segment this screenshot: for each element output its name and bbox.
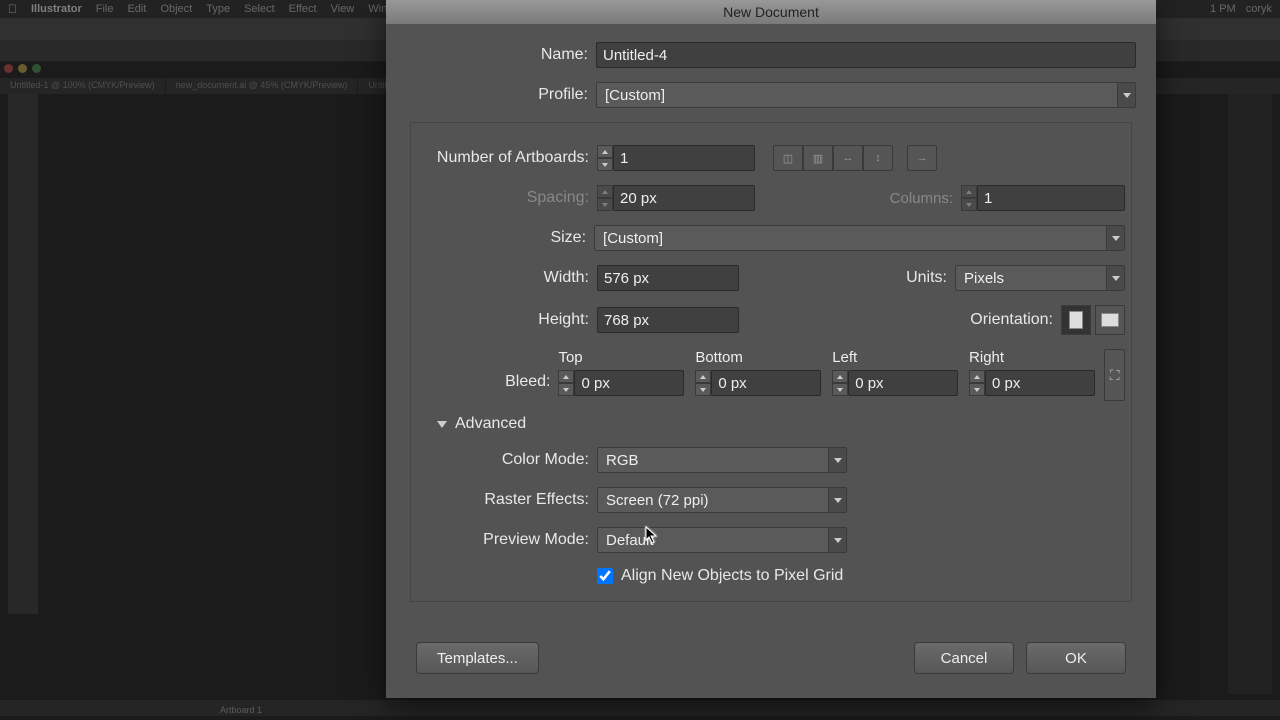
profile-select[interactable]: [Custom] bbox=[596, 82, 1136, 108]
ok-label: OK bbox=[1065, 650, 1087, 667]
align-grid-checkbox[interactable] bbox=[597, 568, 613, 584]
units-select[interactable]: Pixels bbox=[955, 265, 1125, 291]
doc-tab: new_document.ai @ 45% (CMYK/Preview) bbox=[166, 78, 359, 94]
bleed-bottom-stepper[interactable] bbox=[695, 370, 711, 396]
raster-effects-value: Screen (72 ppi) bbox=[606, 492, 709, 509]
orientation-landscape-button[interactable] bbox=[1095, 305, 1125, 335]
menu-object: Object bbox=[160, 3, 192, 15]
app-name: Illustrator bbox=[31, 3, 82, 15]
bleed-left-label: Left bbox=[832, 349, 958, 366]
layout-col-icon[interactable]: ↕ bbox=[863, 145, 893, 171]
menubar-clock: 1 PM bbox=[1210, 3, 1236, 15]
columns-input bbox=[977, 185, 1125, 211]
units-label: Units: bbox=[906, 269, 955, 287]
window-traffic-lights bbox=[4, 64, 41, 73]
dropdown-arrow-icon bbox=[1117, 83, 1135, 107]
link-icon: ⛶ bbox=[1110, 367, 1120, 384]
name-input[interactable] bbox=[596, 42, 1136, 68]
bleed-bottom-label: Bottom bbox=[695, 349, 821, 366]
artboards-stepper[interactable] bbox=[597, 145, 613, 171]
dropdown-arrow-icon bbox=[828, 488, 846, 512]
right-panels bbox=[1228, 94, 1272, 694]
bleed-right-stepper[interactable] bbox=[969, 370, 985, 396]
apple-menu-icon:  bbox=[8, 2, 17, 16]
cancel-label: Cancel bbox=[941, 650, 988, 667]
orientation-label: Orientation: bbox=[970, 311, 1061, 329]
bleed-label: Bleed: bbox=[417, 349, 558, 391]
status-bar: Artboard 1 bbox=[0, 700, 1280, 716]
menu-file: File bbox=[96, 3, 114, 15]
doc-tab: Untitled-1 @ 100% (CMYK/Preview) bbox=[0, 78, 166, 94]
preview-mode-value: Default bbox=[606, 532, 654, 549]
dropdown-arrow-icon bbox=[828, 448, 846, 472]
layout-row-icon[interactable]: ↔ bbox=[833, 145, 863, 171]
tools-panel bbox=[8, 94, 38, 614]
menubar-user: coryk bbox=[1246, 3, 1272, 15]
dropdown-arrow-icon bbox=[828, 528, 846, 552]
height-label: Height: bbox=[417, 311, 597, 329]
profile-value: [Custom] bbox=[605, 87, 665, 104]
menu-type: Type bbox=[206, 3, 230, 15]
link-bleed-button[interactable]: ⛶ bbox=[1104, 349, 1125, 401]
dialog-title: New Document bbox=[386, 0, 1156, 24]
templates-label: Templates... bbox=[437, 650, 518, 667]
bleed-bottom-input[interactable] bbox=[711, 370, 821, 396]
name-label: Name: bbox=[400, 46, 596, 64]
raster-effects-label: Raster Effects: bbox=[417, 491, 597, 509]
spacing-input bbox=[613, 185, 755, 211]
advanced-disclosure[interactable]: Advanced bbox=[437, 415, 1125, 433]
artboard-layout-buttons: ◫ ▥ ↔ ↕ bbox=[773, 145, 893, 171]
size-value: [Custom] bbox=[603, 230, 663, 247]
raster-effects-select[interactable]: Screen (72 ppi) bbox=[597, 487, 847, 513]
align-grid-label: Align New Objects to Pixel Grid bbox=[621, 567, 843, 585]
menu-edit: Edit bbox=[127, 3, 146, 15]
bleed-right-label: Right bbox=[969, 349, 1095, 366]
bleed-top-label: Top bbox=[558, 349, 684, 366]
artboards-label: Number of Artboards: bbox=[417, 149, 597, 167]
new-document-dialog: New Document Name: Profile: [Custom] Num… bbox=[386, 0, 1156, 698]
dropdown-arrow-icon bbox=[1106, 226, 1124, 250]
templates-button[interactable]: Templates... bbox=[416, 642, 539, 674]
height-input[interactable] bbox=[597, 307, 739, 333]
preview-mode-label: Preview Mode: bbox=[417, 531, 597, 549]
width-label: Width: bbox=[417, 269, 597, 287]
cancel-button[interactable]: Cancel bbox=[914, 642, 1014, 674]
bleed-right-input[interactable] bbox=[985, 370, 1095, 396]
size-label: Size: bbox=[417, 229, 594, 247]
color-mode-label: Color Mode: bbox=[417, 451, 597, 469]
units-value: Pixels bbox=[964, 270, 1004, 287]
preview-mode-select[interactable]: Default bbox=[597, 527, 847, 553]
color-mode-select[interactable]: RGB bbox=[597, 447, 847, 473]
bleed-left-stepper[interactable] bbox=[832, 370, 848, 396]
dropdown-arrow-icon bbox=[1106, 266, 1124, 290]
bleed-top-input[interactable] bbox=[574, 370, 684, 396]
size-select[interactable]: [Custom] bbox=[594, 225, 1125, 251]
spacing-stepper bbox=[597, 185, 613, 211]
artboards-input[interactable] bbox=[613, 145, 755, 171]
orientation-portrait-button[interactable] bbox=[1061, 305, 1091, 335]
bleed-left-input[interactable] bbox=[848, 370, 958, 396]
status-artboard: Artboard 1 bbox=[220, 705, 262, 715]
menu-select: Select bbox=[244, 3, 275, 15]
width-input[interactable] bbox=[597, 265, 739, 291]
spacing-label: Spacing: bbox=[417, 189, 597, 207]
columns-stepper bbox=[961, 185, 977, 211]
profile-label: Profile: bbox=[400, 86, 596, 104]
menu-effect: Effect bbox=[289, 3, 317, 15]
document-settings-group: Number of Artboards: ◫ ▥ ↔ ↕ → Spacing: bbox=[410, 122, 1132, 602]
disclosure-triangle-icon bbox=[437, 421, 447, 428]
layout-grid-row-icon[interactable]: ◫ bbox=[773, 145, 803, 171]
ok-button[interactable]: OK bbox=[1026, 642, 1126, 674]
bleed-top-stepper[interactable] bbox=[558, 370, 574, 396]
layout-direction-icon[interactable]: → bbox=[907, 145, 937, 171]
advanced-label: Advanced bbox=[455, 415, 526, 433]
menu-view: View bbox=[331, 3, 355, 15]
color-mode-value: RGB bbox=[606, 452, 639, 469]
layout-grid-col-icon[interactable]: ▥ bbox=[803, 145, 833, 171]
columns-label: Columns: bbox=[890, 190, 961, 207]
